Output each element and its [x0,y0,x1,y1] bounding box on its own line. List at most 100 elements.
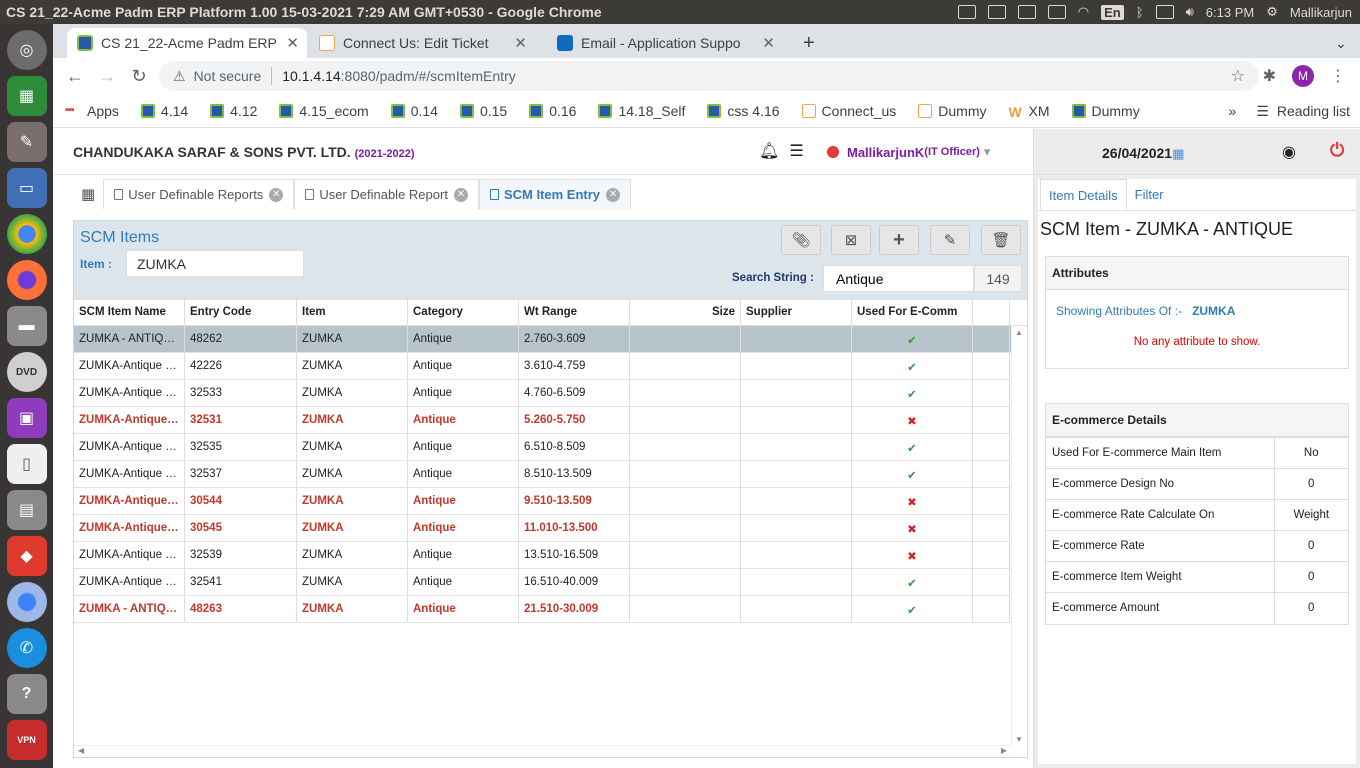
vertical-scrollbar[interactable]: ▲ ▼ [1011,326,1027,746]
settings-gear-icon[interactable]: ⚙ [1266,4,1278,20]
search-input[interactable] [823,265,974,292]
clear-button[interactable]: ⊠ [831,225,871,255]
edit-button[interactable]: ✎ [930,225,970,255]
table-row[interactable]: ZUMKA-Antique 16.510-40.00932541ZUMKAAnt… [74,569,1027,596]
browser-tab-connect[interactable]: Connect Us: Edit Ticket ✕ [309,28,535,58]
table-row[interactable]: ZUMKA-Antique 9.510-13.50930544ZUMKAAnti… [74,488,1027,515]
grid-icon[interactable] [1047,5,1066,19]
bookmark-item[interactable]: 4.15_ecom [279,103,369,119]
col-header[interactable]: Supplier [741,300,852,325]
close-icon[interactable]: ✕ [514,34,527,52]
horizontal-scrollbar[interactable]: ◀ ▶ [74,745,1011,757]
bookmark-item[interactable]: 14.18_Self [598,103,685,119]
user-menu[interactable]: MallikarjunK (IT Officer) ▾ [827,144,990,160]
keyboard-layout[interactable]: En [1101,4,1124,20]
warning-icon[interactable]: ⚠ [173,68,186,85]
bookmark-item[interactable]: Dummy [1071,103,1140,119]
browser-tab-erp[interactable]: CS 21_22-Acme Padm ERP ✕ [67,28,307,58]
clock[interactable]: 6:13 PM [1206,5,1254,20]
close-icon[interactable]: ✕ [286,34,299,52]
close-icon[interactable]: ✕ [606,187,621,202]
table-row[interactable]: ZUMKA - ANTIQUE 48263 ZUMKA Antique 21.510-3… [74,596,1027,623]
bookmark-item[interactable]: 0.15 [459,103,507,119]
disk-icon[interactable]: ▬ [6,306,47,346]
attach-button[interactable]: 📎︎ [781,225,821,255]
calendar-icon[interactable]: ▦ [1172,146,1184,161]
tab-scm-item-entry[interactable]: SCM Item Entry ✕ [478,179,632,209]
anydesk-icon[interactable]: ◆ [6,536,47,576]
table-row[interactable]: ZUMKA-Antique 4.760-6.50932533ZUMKAAntiq… [74,380,1027,407]
scroll-down-icon[interactable]: ▼ [1015,735,1023,744]
table-row[interactable]: ZUMKA-Antique 3.610-4.75942226ZUMKAAntiq… [74,353,1027,380]
power-icon[interactable]: ⏻ [1330,140,1344,161]
scroll-up-icon[interactable]: ▲ [1015,328,1023,337]
help-icon[interactable]: ? [6,674,47,714]
bookmark-item[interactable]: Connect_us [801,103,896,119]
chrome-icon[interactable] [6,214,47,254]
bluetooth-icon[interactable]: ᛒ [1136,5,1144,20]
tools-icon[interactable]: ✎ [6,122,47,162]
more-bookmarks[interactable]: » [1228,103,1236,119]
col-header[interactable]: Size [630,300,741,325]
document-icon[interactable]: ▯ [6,444,47,484]
firefox-icon[interactable] [6,260,47,300]
bookmark-item[interactable]: 0.16 [529,103,576,119]
forward-icon[interactable]: → [91,66,123,87]
add-button[interactable]: + [879,225,919,255]
chevron-down-icon[interactable]: ▾ [984,144,991,160]
tab-search-icon[interactable]: ⌄ [1325,28,1355,58]
table-row[interactable]: ZUMKA-Antique 5.260-5.75032531ZUMKAAntiq… [74,407,1027,434]
table-row[interactable]: ZUMKA-Antique 11.010-13.50030545ZUMKAAnt… [74,515,1027,542]
current-date[interactable]: 26/04/2021▦ [1102,145,1184,162]
url-text[interactable]: 10.1.4.14:8080/padm/#/scmItemEntry [282,68,515,84]
table-row[interactable]: ZUMKA-Antique 13.510-16.50932539ZUMKAAnt… [74,542,1027,569]
col-header[interactable]: Entry Code [185,300,297,325]
eye-slash-icon[interactable]: ◉ [1282,142,1296,162]
ubuntu-icon[interactable]: ◎ [6,30,47,70]
reading-list[interactable]: » ☰ Reading list [1228,94,1350,128]
remote-desktop-icon[interactable]: ▭ [6,168,47,208]
extensions-icon[interactable]: ✱ [1263,66,1276,86]
new-tab-button[interactable]: + [793,28,823,58]
notes-icon[interactable] [1017,5,1036,19]
item-input[interactable] [126,250,304,277]
scroll-right-icon[interactable]: ▶ [1001,746,1007,755]
tab-filter[interactable]: Filter [1127,179,1172,210]
col-header[interactable]: Used For E-Comm [852,300,973,325]
phone-icon[interactable]: ✆ [6,628,47,668]
volume-icon[interactable]: 🔊︎ [1186,4,1194,20]
close-icon[interactable]: ✕ [762,34,775,52]
close-icon[interactable]: ✕ [269,187,284,202]
files-icon[interactable]: ▤ [6,490,47,530]
bookmark-item[interactable]: 4.12 [210,103,257,119]
wifi-icon[interactable]: ◠ [1078,4,1089,20]
tab-item-details[interactable]: Item Details [1040,179,1127,210]
menu-icon[interactable]: ⋮ [1330,66,1346,86]
list-icon[interactable]: ☰ [789,141,803,161]
os-user[interactable]: Mallikarjun [1290,5,1352,20]
bookmark-apps[interactable]: ▪▪▪ Apps [65,103,119,119]
screen-recorder-icon[interactable] [987,5,1006,19]
col-header[interactable]: Category [408,300,519,325]
apps-menu-icon[interactable]: ▦ [73,179,104,209]
back-icon[interactable]: ← [59,66,91,87]
tab-user-definable-reports[interactable]: User Definable Reports ✕ [103,179,295,209]
vpn-icon[interactable]: VPN [6,720,47,760]
bookmark-item[interactable]: css 4.16 [707,103,780,119]
not-secure-label[interactable]: Not secure [194,68,262,84]
col-header[interactable]: Item [297,300,408,325]
browser-tab-email[interactable]: Email - Application Suppo ✕ [547,28,783,58]
bookmark-item[interactable]: 4.14 [140,103,188,119]
tab-user-definable-report[interactable]: User Definable Report ✕ [294,179,479,209]
table-row[interactable]: ZUMKA-Antique 8.510-13.50932537ZUMKAAnti… [74,461,1027,488]
delete-button[interactable]: 🗑︎ [981,225,1021,255]
profile-avatar[interactable]: M [1292,65,1314,87]
dvd-icon[interactable]: DVD [6,352,47,392]
scroll-left-icon[interactable]: ◀ [78,746,84,755]
col-header[interactable]: Wt Range [519,300,630,325]
close-icon[interactable]: ✕ [453,187,468,202]
bookmark-item[interactable]: W XM [1009,103,1050,120]
bell-icon[interactable]: 🔔︎ [759,141,779,161]
col-header[interactable]: SCM Item Name [74,300,185,325]
reload-icon[interactable]: ↻ [123,66,155,87]
